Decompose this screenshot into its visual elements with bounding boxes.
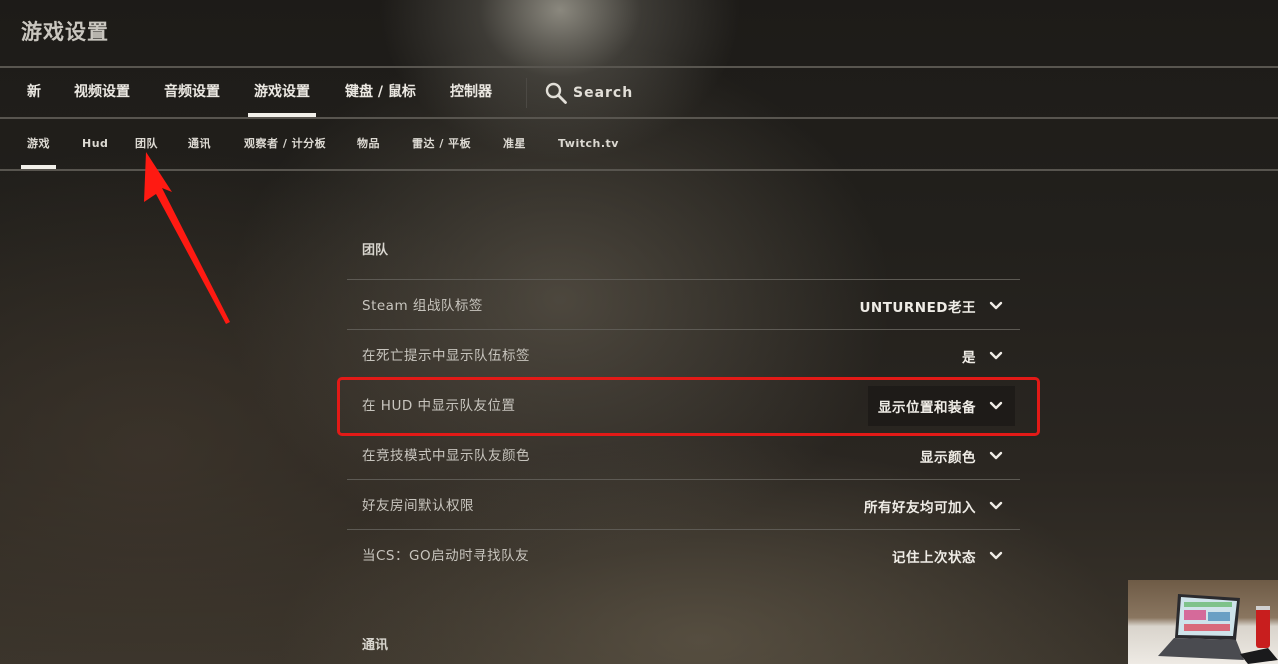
video-thumbnail — [1128, 580, 1278, 664]
competitive-teammate-color-dropdown[interactable]: 显示颜色 — [910, 436, 1015, 476]
tab-video-settings[interactable]: 视频设置 — [74, 68, 130, 117]
tab-label: 新 — [27, 84, 41, 100]
find-teammates-on-launch-dropdown[interactable]: 记住上次状态 — [882, 536, 1015, 576]
tab-keyboard-mouse[interactable]: 键盘 / 鼠标 — [345, 68, 416, 117]
tab-label: 视频设置 — [74, 84, 130, 100]
setting-row-friend-lobby-permission: 好友房间默认权限 所有好友均可加入 — [347, 479, 1020, 529]
subtab-label: 准星 — [503, 137, 526, 150]
setting-label: 当CS：GO启动时寻找队友 — [362, 548, 530, 564]
tab-label: 音频设置 — [164, 84, 220, 100]
dropdown-value: 所有好友均可加入 — [864, 500, 976, 516]
dropdown-value: 记住上次状态 — [892, 550, 976, 566]
chevron-down-icon — [989, 351, 1003, 360]
dropdown-value: UNTURNED老王 — [859, 300, 976, 316]
subtab-hud[interactable]: Hud — [82, 119, 108, 169]
subtab-label: 雷达 / 平板 — [412, 137, 472, 150]
tab-separator — [526, 78, 527, 108]
setting-label: 在死亡提示中显示队伍标签 — [362, 348, 530, 364]
tab-controller[interactable]: 控制器 — [450, 68, 492, 117]
setting-label: 在竞技模式中显示队友颜色 — [362, 448, 530, 464]
search-button[interactable]: Search — [544, 80, 633, 106]
tab-new[interactable]: 新 — [27, 68, 41, 117]
tab-game-settings[interactable]: 游戏设置 — [248, 68, 316, 117]
hud-teammate-position-dropdown[interactable]: 显示位置和装备 — [868, 386, 1015, 426]
setting-row-competitive-teammate-color: 在竞技模式中显示队友颜色 显示颜色 — [347, 429, 1020, 479]
subtab-label: Hud — [82, 137, 109, 150]
chevron-down-icon — [989, 451, 1003, 460]
chevron-down-icon — [989, 301, 1003, 310]
steam-group-tag-dropdown[interactable]: UNTURNED老王 — [849, 286, 1015, 326]
page-title: 游戏设置 — [21, 20, 109, 44]
divider-bottom — [0, 169, 1278, 171]
subtab-crosshair[interactable]: 准星 — [503, 119, 526, 169]
subtab-items[interactable]: 物品 — [357, 119, 380, 169]
setting-row-death-notice-tag: 在死亡提示中显示队伍标签 是 — [347, 329, 1020, 379]
section-heading-team: 团队 — [362, 243, 389, 258]
dropdown-value: 是 — [962, 350, 976, 366]
subtab-communication[interactable]: 通讯 — [188, 119, 211, 169]
tab-audio-settings[interactable]: 音频设置 — [164, 68, 220, 117]
search-icon — [545, 82, 567, 104]
subtab-label: 观察者 / 计分板 — [244, 137, 327, 150]
setting-label: Steam 组战队标签 — [362, 298, 483, 314]
subtab-twitch[interactable]: Twitch.tv — [558, 119, 619, 169]
subtab-spectator-scoreboard[interactable]: 观察者 / 计分板 — [244, 119, 326, 169]
section-heading-communication: 通讯 — [362, 638, 389, 653]
setting-row-hud-teammate-position: 在 HUD 中显示队友位置 显示位置和装备 — [347, 379, 1020, 429]
subtab-label: Twitch.tv — [558, 137, 619, 150]
search-label: Search — [573, 85, 634, 101]
subtab-label: 游戏 — [27, 137, 50, 150]
tab-label: 游戏设置 — [254, 84, 310, 100]
death-notice-tag-dropdown[interactable]: 是 — [952, 336, 1015, 376]
sub-tab-bar: 游戏 Hud 团队 通讯 观察者 / 计分板 物品 雷达 / 平板 准星 Twi… — [0, 119, 1278, 169]
setting-label: 好友房间默认权限 — [362, 498, 474, 514]
chevron-down-icon — [989, 501, 1003, 510]
red-arrow-annotation — [144, 152, 230, 324]
chevron-down-icon — [989, 551, 1003, 560]
tab-label: 控制器 — [450, 84, 492, 100]
subtab-label: 通讯 — [188, 137, 211, 150]
main-tab-bar: 新 视频设置 音频设置 游戏设置 键盘 / 鼠标 控制器 Search — [0, 68, 1278, 117]
dropdown-value: 显示位置和装备 — [878, 400, 976, 416]
tab-label: 键盘 / 鼠标 — [345, 84, 416, 100]
subtab-label: 物品 — [357, 137, 380, 150]
subtab-label: 团队 — [135, 137, 158, 150]
setting-row-steam-group-tag: Steam 组战队标签 UNTURNED老王 — [347, 279, 1020, 329]
dropdown-value: 显示颜色 — [920, 450, 976, 466]
chevron-down-icon — [989, 401, 1003, 410]
setting-label: 在 HUD 中显示队友位置 — [362, 398, 516, 414]
friend-lobby-permission-dropdown[interactable]: 所有好友均可加入 — [854, 486, 1015, 526]
subtab-game[interactable]: 游戏 — [21, 119, 56, 169]
laptop-image — [1158, 594, 1278, 664]
setting-row-find-teammates-on-launch: 当CS：GO启动时寻找队友 记住上次状态 — [347, 529, 1020, 579]
subtab-radar-tablet[interactable]: 雷达 / 平板 — [412, 119, 471, 169]
subtab-team[interactable]: 团队 — [135, 119, 158, 169]
team-settings-list: Steam 组战队标签 UNTURNED老王 在死亡提示中显示队伍标签 是 在 … — [347, 279, 1020, 579]
